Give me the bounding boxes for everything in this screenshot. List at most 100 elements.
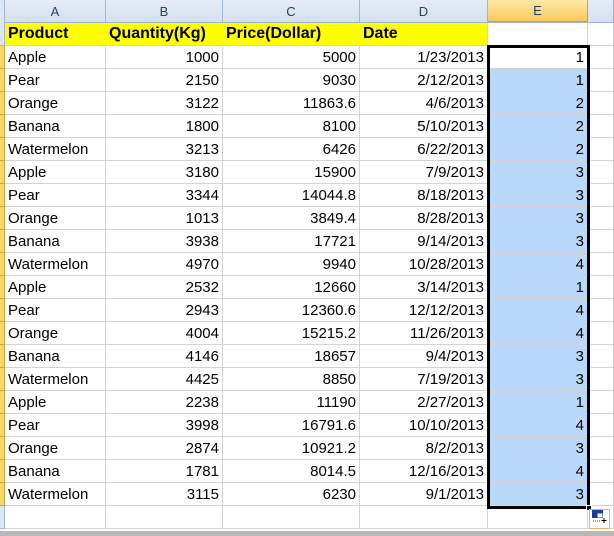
cell-e-header[interactable]: [488, 23, 588, 46]
cell-quantity[interactable]: 3122: [106, 92, 223, 115]
cell-date[interactable]: 8/28/2013: [360, 207, 488, 230]
cell-date[interactable]: 1/23/2013: [360, 46, 488, 69]
cell-f[interactable]: [588, 460, 614, 483]
cell-product[interactable]: Pear: [5, 414, 106, 437]
column-header-f[interactable]: [588, 0, 614, 22]
cell-quarter[interactable]: 3: [488, 437, 588, 460]
cell-f[interactable]: [588, 368, 614, 391]
cell-price[interactable]: 15215.2: [223, 322, 360, 345]
cell-price[interactable]: 6426: [223, 138, 360, 161]
cell-quantity[interactable]: 1013: [106, 207, 223, 230]
cell-f[interactable]: [588, 207, 614, 230]
cell-product[interactable]: Banana: [5, 230, 106, 253]
cell-empty[interactable]: [5, 506, 106, 529]
cell-quantity[interactable]: 4425: [106, 368, 223, 391]
cell-f[interactable]: [588, 23, 614, 46]
cell-product[interactable]: Banana: [5, 460, 106, 483]
cell-f[interactable]: [588, 437, 614, 460]
cell-f[interactable]: [588, 92, 614, 115]
cell-quantity[interactable]: 3344: [106, 184, 223, 207]
cell-product[interactable]: Watermelon: [5, 138, 106, 161]
cell-price-header[interactable]: Price(Dollar): [223, 23, 360, 46]
cell-quarter[interactable]: 3: [488, 161, 588, 184]
column-header-a[interactable]: A: [5, 0, 106, 22]
auto-fill-options-button[interactable]: [589, 509, 610, 529]
cell-quantity[interactable]: 3998: [106, 414, 223, 437]
cell-date[interactable]: 4/6/2013: [360, 92, 488, 115]
cell-price[interactable]: 8014.5: [223, 460, 360, 483]
cell-date[interactable]: 6/22/2013: [360, 138, 488, 161]
cell-price[interactable]: 18657: [223, 345, 360, 368]
cell-quarter[interactable]: 1: [488, 46, 588, 69]
cell-product[interactable]: Banana: [5, 115, 106, 138]
cell-product[interactable]: Banana: [5, 345, 106, 368]
cell-f[interactable]: [588, 69, 614, 92]
cell-quantity[interactable]: 2238: [106, 391, 223, 414]
cell-price[interactable]: 12360.6: [223, 299, 360, 322]
cell-quarter[interactable]: 4: [488, 414, 588, 437]
cell-date[interactable]: 10/10/2013: [360, 414, 488, 437]
cell-price[interactable]: 12660: [223, 276, 360, 299]
column-header-e[interactable]: E: [488, 0, 588, 22]
cell-quarter[interactable]: 4: [488, 460, 588, 483]
cell-f[interactable]: [588, 391, 614, 414]
cell-date[interactable]: 7/19/2013: [360, 368, 488, 391]
cell-product[interactable]: Apple: [5, 46, 106, 69]
cell-quarter[interactable]: 4: [488, 299, 588, 322]
cell-price[interactable]: 3849.4: [223, 207, 360, 230]
cell-product[interactable]: Apple: [5, 161, 106, 184]
cell-quantity[interactable]: 4146: [106, 345, 223, 368]
cell-price[interactable]: 8850: [223, 368, 360, 391]
cell-product[interactable]: Watermelon: [5, 483, 106, 506]
cell-quarter[interactable]: 4: [488, 253, 588, 276]
cell-price[interactable]: 9030: [223, 69, 360, 92]
cell-quantity[interactable]: 2874: [106, 437, 223, 460]
cell-quarter[interactable]: 3: [488, 368, 588, 391]
cell-price[interactable]: 5000: [223, 46, 360, 69]
cell-price[interactable]: 10921.2: [223, 437, 360, 460]
cell-f[interactable]: [588, 184, 614, 207]
cell-quarter[interactable]: 3: [488, 230, 588, 253]
cell-date[interactable]: 9/4/2013: [360, 345, 488, 368]
cell-quarter[interactable]: 3: [488, 207, 588, 230]
cell-empty[interactable]: [106, 506, 223, 529]
cell-f[interactable]: [588, 345, 614, 368]
cell-product[interactable]: Orange: [5, 92, 106, 115]
cell-date[interactable]: 9/14/2013: [360, 230, 488, 253]
cell-date[interactable]: 2/27/2013: [360, 391, 488, 414]
cell-empty[interactable]: [223, 506, 360, 529]
cell-f[interactable]: [588, 230, 614, 253]
cell-date[interactable]: 3/14/2013: [360, 276, 488, 299]
cell-price[interactable]: 15900: [223, 161, 360, 184]
cell-product[interactable]: Pear: [5, 69, 106, 92]
cell-f[interactable]: [588, 253, 614, 276]
cell-quantity[interactable]: 1000: [106, 46, 223, 69]
cell-quarter[interactable]: 1: [488, 276, 588, 299]
cell-product[interactable]: Apple: [5, 276, 106, 299]
cell-product[interactable]: Pear: [5, 299, 106, 322]
cell-quantity[interactable]: 2943: [106, 299, 223, 322]
cell-quantity[interactable]: 3938: [106, 230, 223, 253]
cell-date[interactable]: 2/12/2013: [360, 69, 488, 92]
cell-product[interactable]: Watermelon: [5, 253, 106, 276]
cell-product[interactable]: Orange: [5, 322, 106, 345]
cell-date-header[interactable]: Date: [360, 23, 488, 46]
cell-f[interactable]: [588, 276, 614, 299]
cell-date[interactable]: 9/1/2013: [360, 483, 488, 506]
cell-f[interactable]: [588, 46, 614, 69]
cell-quarter[interactable]: 2: [488, 92, 588, 115]
cell-quantity[interactable]: 4970: [106, 253, 223, 276]
cell-date[interactable]: 5/10/2013: [360, 115, 488, 138]
cell-price[interactable]: 8100: [223, 115, 360, 138]
cell-quantity[interactable]: 3180: [106, 161, 223, 184]
cell-f[interactable]: [588, 414, 614, 437]
cell-price[interactable]: 6230: [223, 483, 360, 506]
cell-date[interactable]: 8/18/2013: [360, 184, 488, 207]
cell-quarter[interactable]: 4: [488, 322, 588, 345]
cell-price[interactable]: 14044.8: [223, 184, 360, 207]
column-header-b[interactable]: B: [106, 0, 223, 22]
cell-product[interactable]: Apple: [5, 391, 106, 414]
cell-product[interactable]: Orange: [5, 437, 106, 460]
cell-f[interactable]: [588, 161, 614, 184]
cell-quarter[interactable]: 3: [488, 483, 588, 506]
